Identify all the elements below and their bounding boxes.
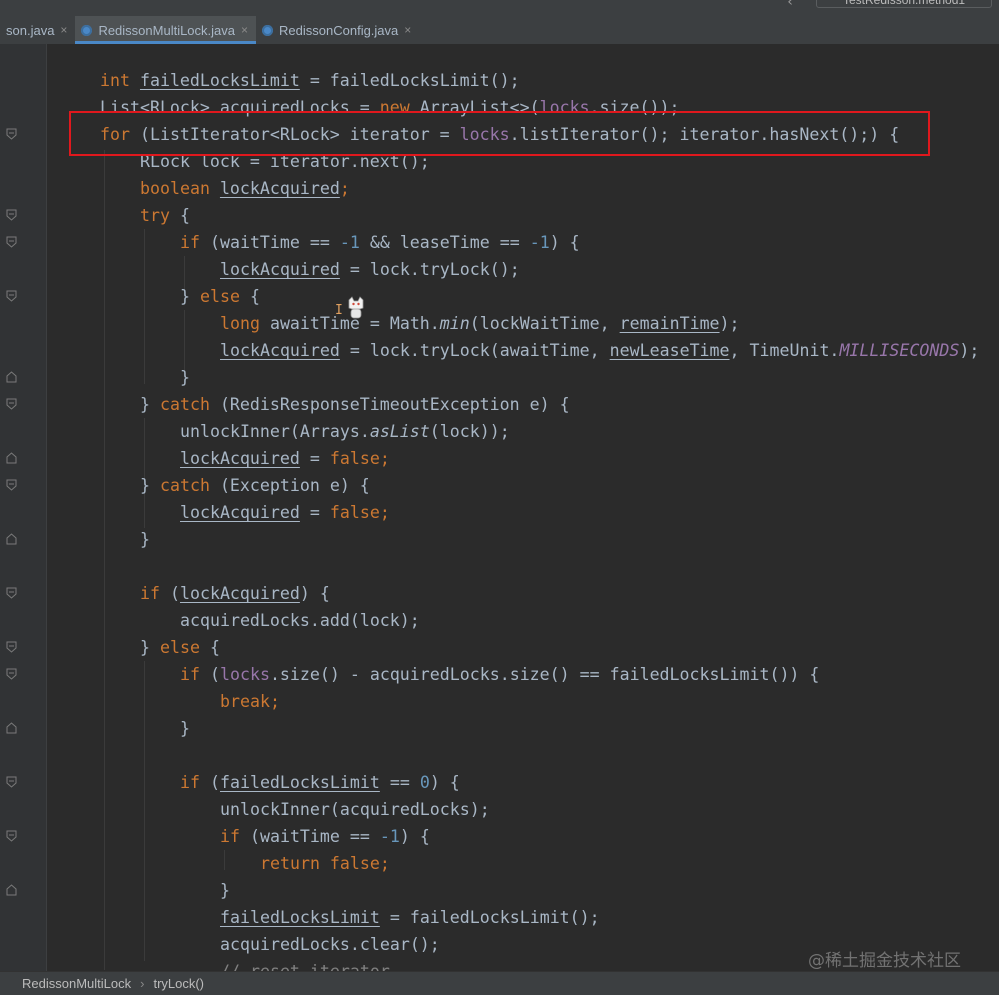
breadcrumb: RedissonMultiLock › tryLock(): [0, 971, 999, 995]
code-line: long awaitTime = Math.min(lockWaitTime, …: [220, 314, 740, 333]
cat-cursor-icon: [348, 296, 364, 319]
code-line: if (locks.size() - acquiredLocks.size() …: [180, 665, 820, 684]
code-line: lockAcquired = lock.tryLock(awaitTime, n…: [220, 341, 980, 360]
code-line: lockAcquired = false;: [180, 449, 390, 468]
code-line: if (waitTime == -1 && leaseTime == -1) {: [180, 233, 580, 252]
indent-guide: [144, 229, 145, 384]
code-line: if (failedLocksLimit == 0) {: [180, 773, 460, 792]
breadcrumb-method[interactable]: tryLock(): [153, 976, 204, 991]
indent-guide: [144, 418, 145, 528]
code-line: lockAcquired = lock.tryLock();: [220, 260, 520, 279]
code-line: acquiredLocks.clear();: [220, 935, 440, 954]
code-editor[interactable]: int failedLocksLimit = failedLocksLimit(…: [0, 0, 999, 981]
code-line: boolean lockAcquired;: [140, 179, 350, 198]
code-line: if (lockAcquired) {: [140, 584, 330, 603]
indent-guide: [104, 150, 105, 970]
indent-guide: [144, 661, 145, 961]
indent-guide: [184, 310, 185, 370]
breadcrumb-separator: ›: [140, 976, 145, 991]
code-line: } else {: [180, 287, 260, 306]
code-line: } else {: [140, 638, 220, 657]
code-line: unlockInner(acquiredLocks);: [220, 800, 490, 819]
code-line: }: [180, 719, 190, 738]
code-line: break;: [220, 692, 280, 711]
watermark: @稀土掘金技术社区: [808, 951, 961, 971]
code-line: failedLocksLimit = failedLocksLimit();: [220, 908, 600, 927]
code-line: } catch (RedisResponseTimeoutException e…: [140, 395, 570, 414]
code-line: }: [140, 530, 150, 549]
code-line: try {: [140, 206, 190, 225]
indent-guide: [224, 850, 225, 870]
code-line: }: [220, 881, 230, 900]
highlight-annotation-box: [69, 111, 930, 156]
code-line: if (waitTime == -1) {: [220, 827, 430, 846]
code-line: int failedLocksLimit = failedLocksLimit(…: [100, 71, 520, 90]
code-line: return false;: [260, 854, 390, 873]
code-line: acquiredLocks.add(lock);: [180, 611, 420, 630]
code-line: }: [180, 368, 190, 387]
code-line: lockAcquired = false;: [180, 503, 390, 522]
text-caret-icon: I: [335, 303, 343, 318]
code-line: } catch (Exception e) {: [140, 476, 370, 495]
breadcrumb-class[interactable]: RedissonMultiLock: [22, 976, 131, 991]
code-line: unlockInner(Arrays.asList(lock));: [180, 422, 510, 441]
